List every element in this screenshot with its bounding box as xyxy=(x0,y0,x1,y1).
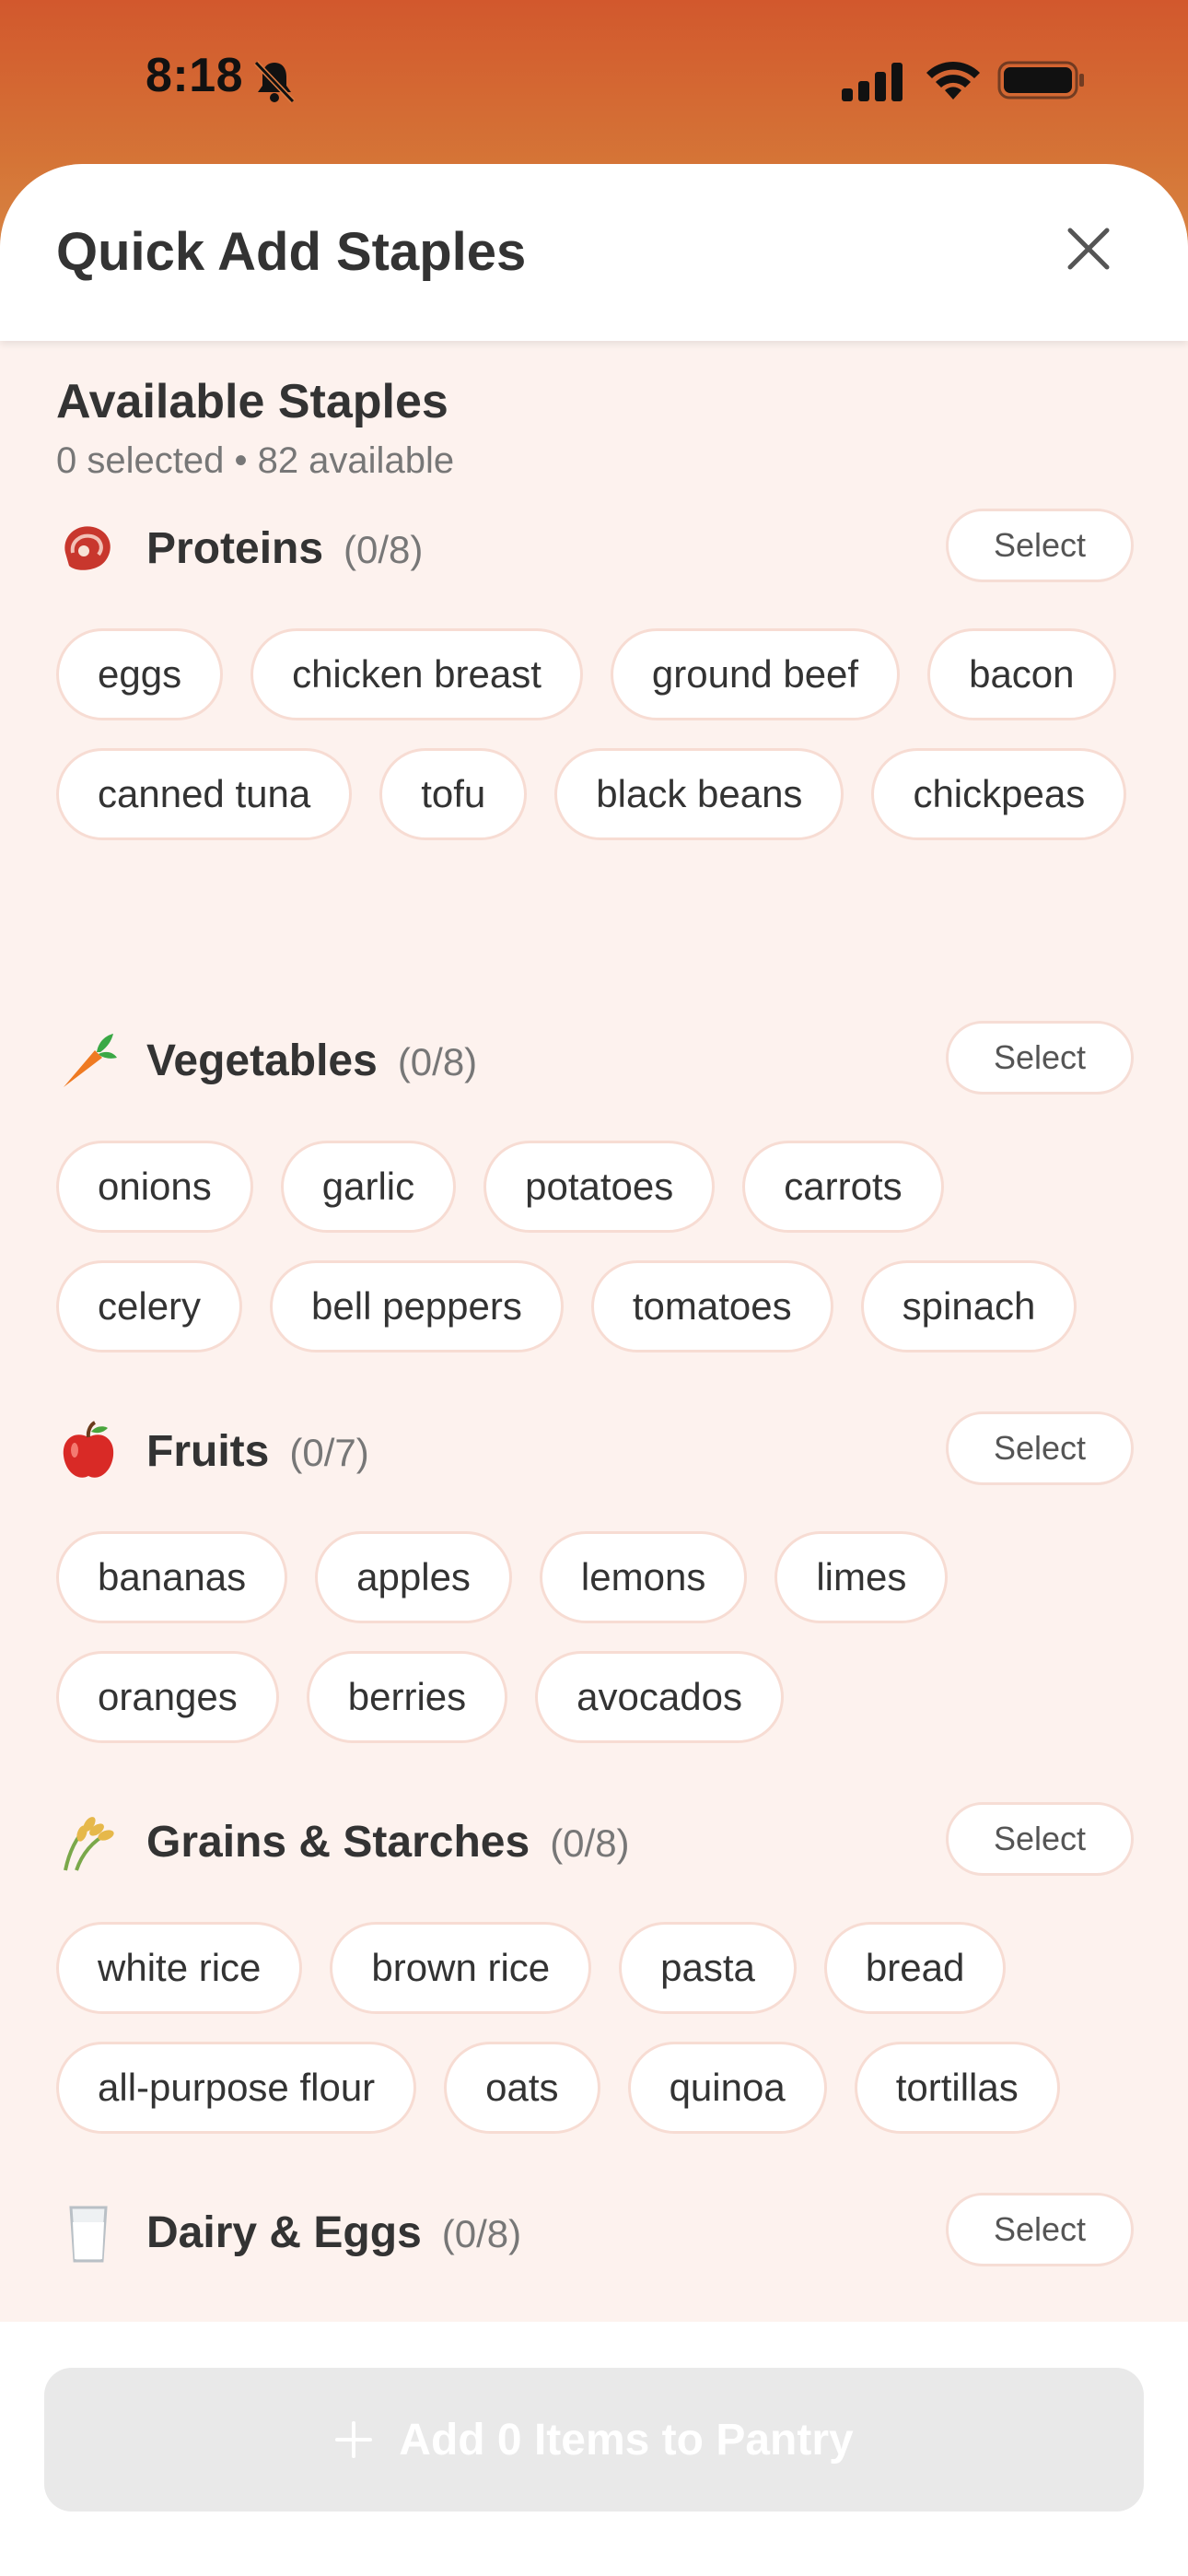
category-title: Vegetables xyxy=(146,1036,378,1085)
wifi-icon xyxy=(926,61,980,100)
chip-pasta[interactable]: pasta xyxy=(619,1922,797,2014)
chip-berries[interactable]: berries xyxy=(306,1651,508,1743)
category-title: Fruits xyxy=(146,1427,270,1476)
category-name: Grains & Starches (0/8) xyxy=(146,1817,630,1868)
category-title: Dairy & Eggs xyxy=(146,2208,422,2257)
chip-bread[interactable]: bread xyxy=(823,1922,1007,2014)
chip-canned-tuna[interactable]: canned tuna xyxy=(56,748,353,840)
chip-brown-rice[interactable]: brown rice xyxy=(330,1922,592,2014)
chip-white-rice[interactable]: white rice xyxy=(56,1922,303,2014)
category-vegetables: Vegetables (0/8) Select onions garlic pot… xyxy=(56,1021,1134,1352)
category-name: Proteins (0/8) xyxy=(146,523,423,574)
category-fruits: Fruits (0/7) Select bananas apples lemons… xyxy=(56,1411,1134,1743)
chip-tomatoes[interactable]: tomatoes xyxy=(590,1260,833,1352)
bottom-action-bar: Add 0 Items to Pantry xyxy=(0,2322,1188,2576)
add-to-pantry-button[interactable]: Add 0 Items to Pantry xyxy=(44,2368,1144,2512)
chip-limes[interactable]: limes xyxy=(775,1531,949,1623)
chip-tofu[interactable]: tofu xyxy=(379,748,528,840)
chip-carrots[interactable]: carrots xyxy=(742,1141,944,1233)
chip-black-beans[interactable]: black beans xyxy=(554,748,844,840)
category-count: (0/8) xyxy=(441,2212,522,2255)
category-name: Fruits (0/7) xyxy=(146,1426,369,1477)
chip-all-purpose-flour[interactable]: all-purpose flour xyxy=(56,2042,417,2134)
chip-potatoes[interactable]: potatoes xyxy=(483,1141,716,1233)
add-to-pantry-label: Add 0 Items to Pantry xyxy=(399,2415,854,2465)
category-count: (0/8) xyxy=(397,1040,478,1083)
category-name: Dairy & Eggs (0/8) xyxy=(146,2207,521,2258)
meat-icon xyxy=(64,526,111,570)
category-title: Proteins xyxy=(146,524,324,573)
plus-icon xyxy=(335,2421,373,2458)
chip-chickpeas[interactable]: chickpeas xyxy=(871,748,1127,840)
chip-bananas[interactable]: bananas xyxy=(56,1531,288,1623)
quick-add-sheet: Quick Add Staples Available Staples 0 se… xyxy=(0,164,1188,2576)
category-title: Grains & Starches xyxy=(146,1818,530,1867)
close-icon xyxy=(1067,228,1110,270)
signal-icon xyxy=(842,63,903,101)
category-count: (0/8) xyxy=(344,528,424,571)
apple-icon xyxy=(63,1421,114,1478)
chip-avocados[interactable]: avocados xyxy=(535,1651,784,1743)
select-button[interactable]: Select xyxy=(946,2193,1134,2266)
chip-bacon[interactable]: bacon xyxy=(927,628,1116,720)
chip-spinach[interactable]: spinach xyxy=(860,1260,1077,1352)
category-dairy-eggs: Dairy & Eggs (0/8) Select xyxy=(56,2193,1134,2270)
category-count: (0/8) xyxy=(550,1821,630,1865)
select-button[interactable]: Select xyxy=(946,509,1134,582)
chip-eggs[interactable]: eggs xyxy=(56,628,224,720)
select-button[interactable]: Select xyxy=(946,1021,1134,1095)
carrot-icon xyxy=(64,1034,117,1087)
category-count: (0/7) xyxy=(289,1431,369,1474)
sheet-title: Quick Add Staples xyxy=(56,222,527,282)
battery-icon xyxy=(997,61,1084,100)
chip-tortillas[interactable]: tortillas xyxy=(854,2042,1060,2134)
chip-ground-beef[interactable]: ground beef xyxy=(610,628,901,720)
available-title: Available Staples xyxy=(56,375,448,428)
available-summary: 0 selected • 82 available xyxy=(56,440,455,481)
chip-chicken-breast[interactable]: chicken breast xyxy=(250,628,583,720)
select-button[interactable]: Select xyxy=(946,1411,1134,1485)
category-name: Vegetables (0/8) xyxy=(146,1036,477,1086)
chip-garlic[interactable]: garlic xyxy=(280,1141,457,1233)
chip-oranges[interactable]: oranges xyxy=(56,1651,279,1743)
category-proteins: Proteins (0/8) Select eggs chicken breast… xyxy=(56,509,1134,840)
chip-apples[interactable]: apples xyxy=(315,1531,512,1623)
chip-oats[interactable]: oats xyxy=(444,2042,600,2134)
chip-quinoa[interactable]: quinoa xyxy=(627,2042,827,2134)
bell-muted-icon xyxy=(253,60,296,104)
chip-bell-peppers[interactable]: bell peppers xyxy=(270,1260,564,1352)
category-grains-starches: Grains & Starches (0/8) Select white rice… xyxy=(56,1802,1134,2134)
status-time: 8:18 xyxy=(146,49,244,102)
chip-onions[interactable]: onions xyxy=(56,1141,253,1233)
sheet-header: Quick Add Staples xyxy=(0,164,1188,341)
grain-icon xyxy=(64,1817,114,1871)
chip-lemons[interactable]: lemons xyxy=(539,1531,748,1623)
select-button[interactable]: Select xyxy=(946,1802,1134,1876)
chip-celery[interactable]: celery xyxy=(56,1260,243,1352)
milk-icon xyxy=(69,2206,108,2263)
close-button[interactable] xyxy=(1059,219,1118,278)
